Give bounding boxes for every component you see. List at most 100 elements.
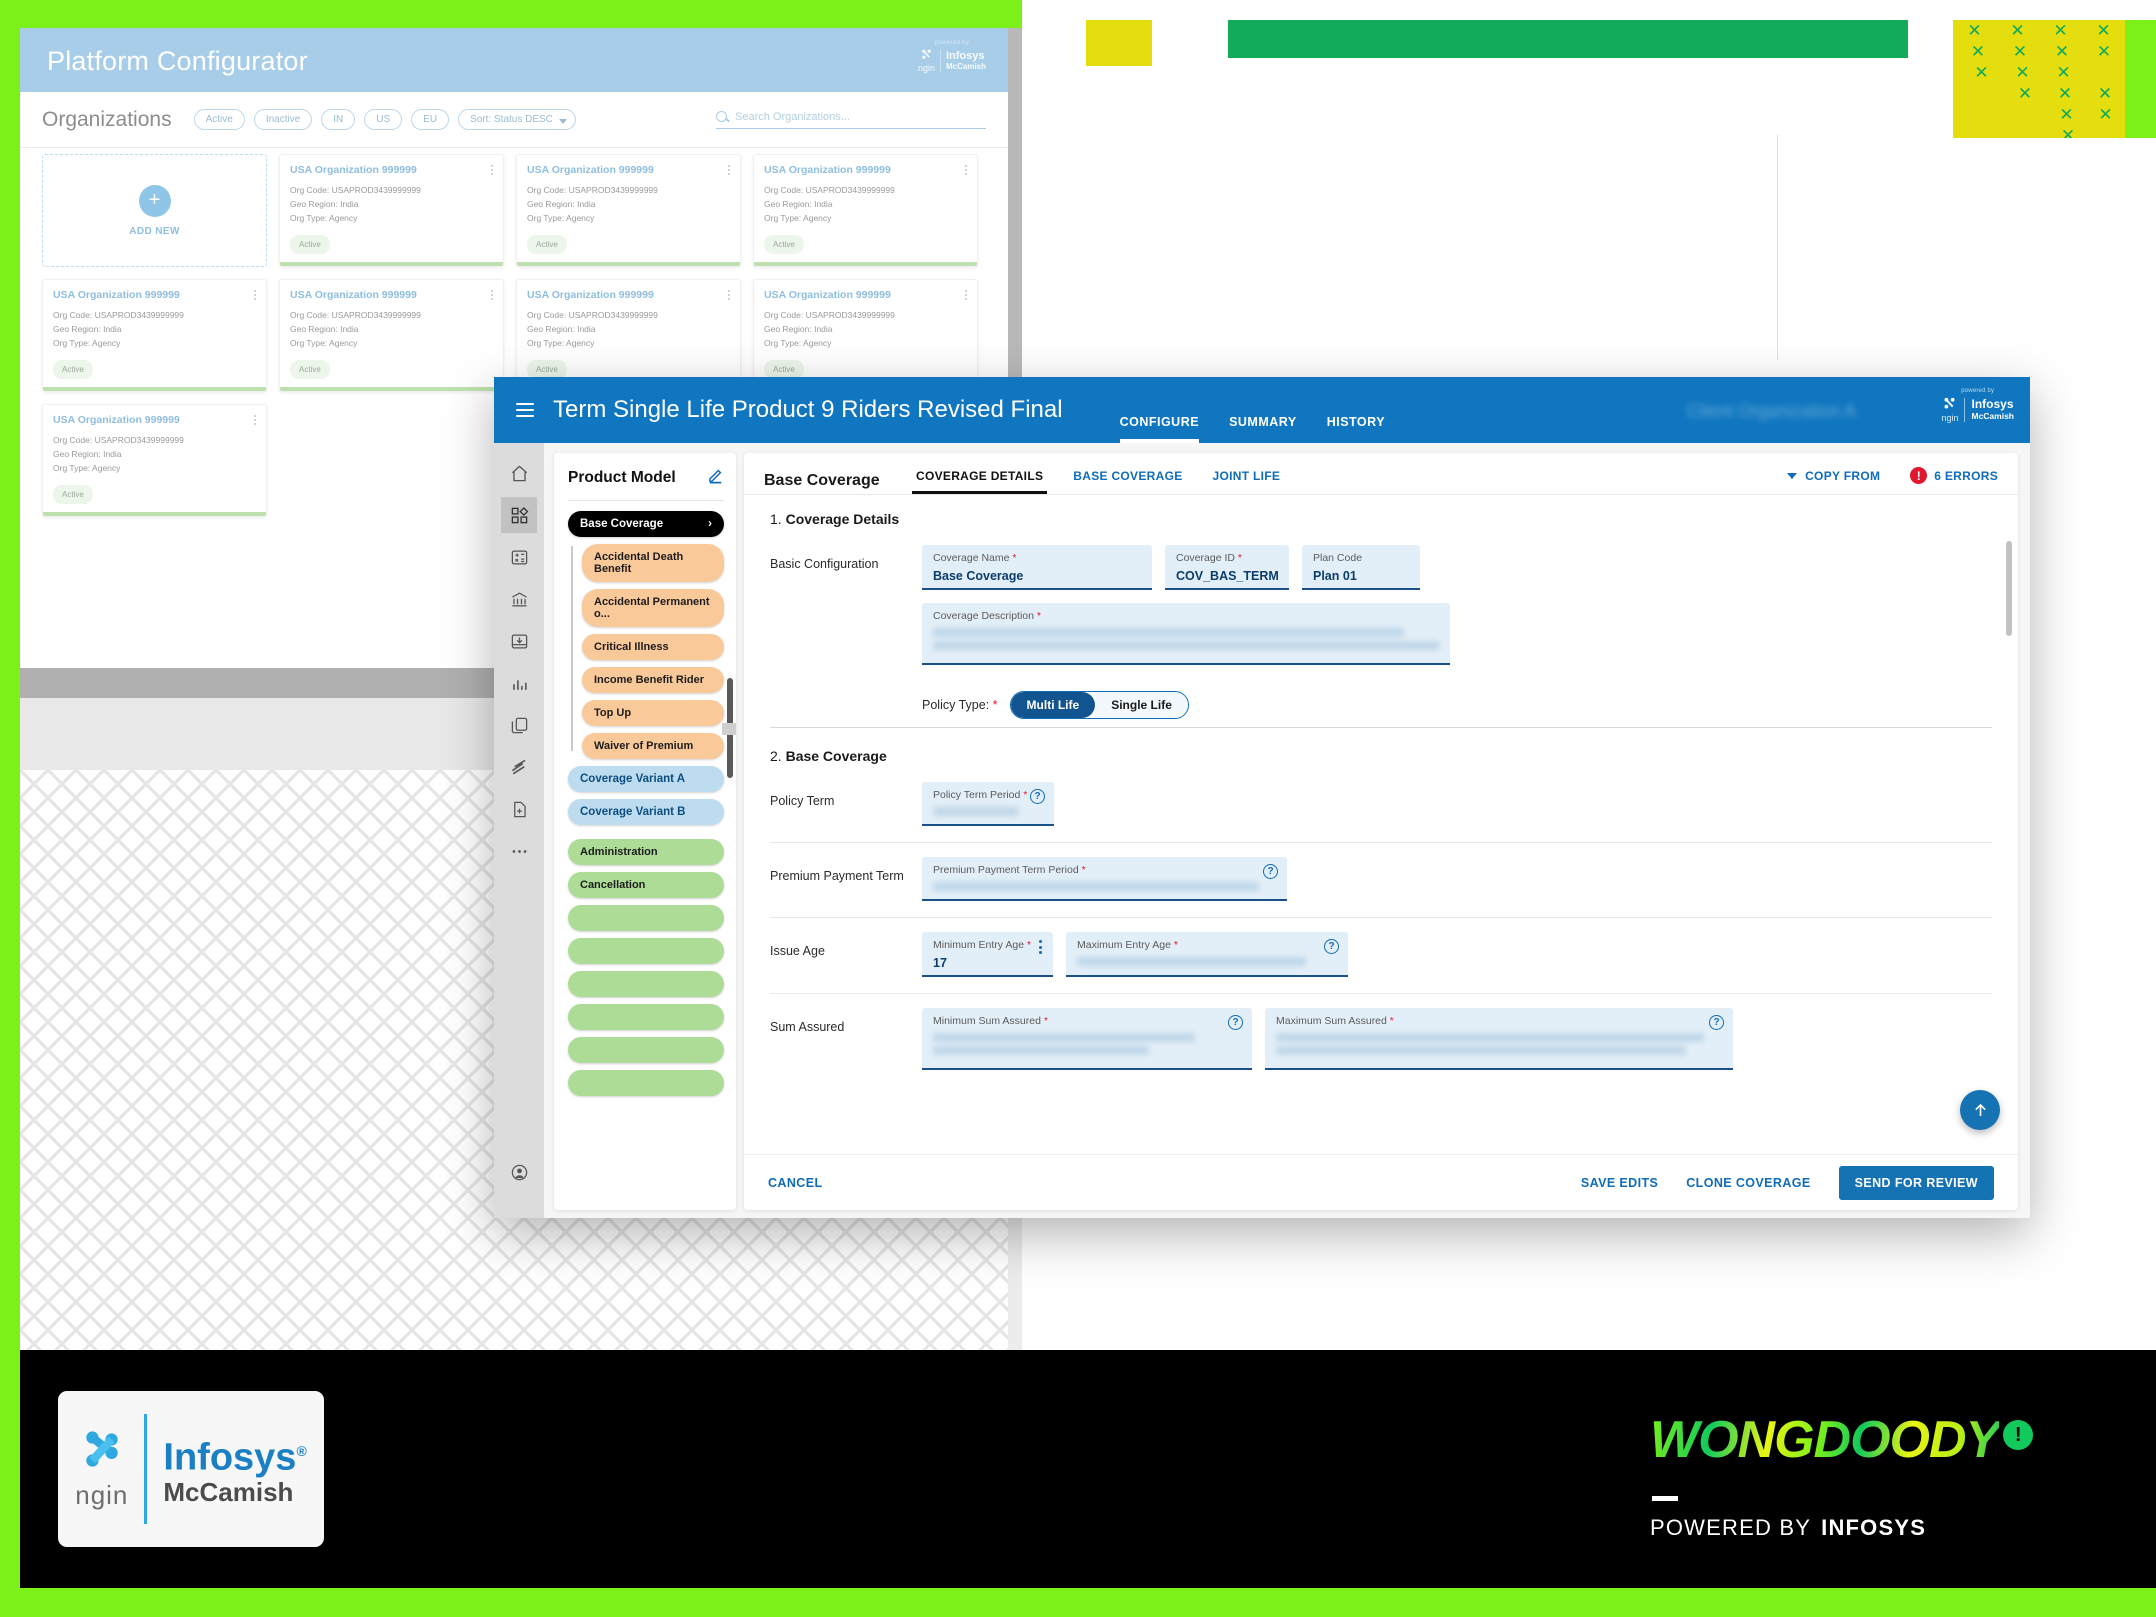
cancel-button[interactable]: CANCEL xyxy=(768,1176,822,1190)
section-1-label: Coverage Details xyxy=(785,511,900,527)
tree-group-node[interactable]: Cancellation xyxy=(568,872,724,898)
save-edits-button[interactable]: SAVE EDITS xyxy=(1581,1176,1658,1190)
section-2-title: 2. Base Coverage xyxy=(770,748,1992,764)
tree-child-node[interactable]: Accidental Death Benefit xyxy=(582,544,724,582)
copy-from-label: COPY FROM xyxy=(1805,468,1881,483)
coverage-id-field[interactable]: Coverage ID * COV_BAS_TERM xyxy=(1165,545,1289,590)
menu-icon[interactable] xyxy=(516,399,534,421)
scroll-to-top-button[interactable] xyxy=(1960,1090,2000,1130)
card-menu-icon[interactable] xyxy=(491,290,494,302)
sort-dropdown[interactable]: Sort: Status DESC xyxy=(458,109,576,130)
bank-icon[interactable] xyxy=(501,581,537,617)
send-for-review-button[interactable]: SEND FOR REVIEW xyxy=(1838,1165,1994,1200)
field-menu-icon[interactable] xyxy=(1039,940,1042,957)
coverage-name-field[interactable]: Coverage Name * Base Coverage xyxy=(922,545,1152,590)
bar-chart-icon[interactable] xyxy=(501,665,537,701)
tab-base-coverage[interactable]: BASE COVERAGE xyxy=(1073,469,1182,493)
tree-group-node[interactable] xyxy=(568,938,724,964)
help-icon[interactable]: ? xyxy=(1228,1015,1243,1030)
tree-group-node[interactable] xyxy=(568,905,724,931)
modal-powered-by-label: powered by xyxy=(1961,388,1995,394)
policy-type-toggle[interactable]: Multi Life Single Life xyxy=(1009,691,1189,719)
tree-group-node[interactable]: Administration xyxy=(568,839,724,865)
tree-child-node[interactable]: Accidental Permanent o... xyxy=(582,589,724,627)
errors-badge[interactable]: ! 6 ERRORS xyxy=(1910,467,1998,484)
search-organizations-input[interactable]: Search Organizations... xyxy=(716,111,986,129)
logo-divider xyxy=(144,1414,148,1524)
policy-term-label: Policy Term xyxy=(770,794,835,808)
help-icon[interactable]: ? xyxy=(1324,939,1339,954)
clone-coverage-button[interactable]: CLONE COVERAGE xyxy=(1686,1176,1810,1190)
account-icon[interactable] xyxy=(501,1154,537,1190)
tree-variant-node[interactable]: Coverage Variant A xyxy=(568,766,724,792)
inbox-download-icon[interactable] xyxy=(501,623,537,659)
more-icon[interactable] xyxy=(501,833,537,869)
tab-history[interactable]: HISTORY xyxy=(1327,415,1385,443)
new-document-icon[interactable] xyxy=(501,791,537,827)
organization-card[interactable]: USA Organization 999999 Org Code: USAPROD… xyxy=(279,279,504,392)
copy-from-button[interactable]: COPY FROM xyxy=(1787,469,1880,483)
organization-card[interactable]: USA Organization 999999 Org Code: USAPROD… xyxy=(753,154,978,267)
tab-summary[interactable]: SUMMARY xyxy=(1229,415,1297,443)
tree-group-node[interactable] xyxy=(568,1037,724,1063)
tree-child-label: Accidental Permanent o... xyxy=(594,596,710,620)
filter-eu[interactable]: EU xyxy=(411,109,450,130)
card-menu-icon[interactable] xyxy=(965,290,968,302)
card-menu-icon[interactable] xyxy=(728,290,731,302)
plan-code-field[interactable]: Plan Code Plan 01 xyxy=(1302,545,1420,590)
premium-payment-term-period-field[interactable]: Premium Payment Term Period * ? xyxy=(922,857,1287,901)
pencil-icon[interactable] xyxy=(707,467,724,489)
organization-card[interactable]: USA Organization 999999 Org Code: USAPROD… xyxy=(753,279,978,392)
card-menu-icon[interactable] xyxy=(965,165,968,177)
organization-meta: Org Code: USAPROD3439999999 Geo Region: I… xyxy=(764,310,895,348)
content-scrollbar[interactable] xyxy=(2006,541,2012,636)
tree-group-node[interactable] xyxy=(568,1004,724,1030)
tree-child-node[interactable]: Critical Illness xyxy=(582,634,724,660)
card-menu-icon[interactable] xyxy=(491,165,494,177)
card-menu-icon[interactable] xyxy=(728,165,731,177)
tree-child-node[interactable]: Top Up xyxy=(582,700,724,726)
card-menu-icon[interactable] xyxy=(254,415,257,427)
maximum-entry-age-field[interactable]: Maximum Entry Age * ? xyxy=(1066,932,1348,977)
tab-joint-life[interactable]: JOINT LIFE xyxy=(1213,469,1281,493)
card-menu-icon[interactable] xyxy=(254,290,257,302)
tree-child-node[interactable]: Waiver of Premium xyxy=(582,733,724,759)
tab-coverage-details[interactable]: COVERAGE DETAILS xyxy=(911,469,1048,494)
filter-in[interactable]: IN xyxy=(321,109,356,130)
help-icon[interactable]: ? xyxy=(1263,864,1278,879)
home-icon[interactable] xyxy=(501,455,537,491)
help-icon[interactable]: ? xyxy=(1709,1015,1724,1030)
tree-group-node[interactable] xyxy=(568,1070,724,1096)
tab-configure[interactable]: CONFIGURE xyxy=(1119,415,1200,443)
filter-active[interactable]: Active xyxy=(193,109,245,130)
organization-card[interactable]: USA Organization 999999 Org Code: USAPROD… xyxy=(516,154,741,267)
infosys-logo-text: Infosys® xyxy=(163,1431,306,1477)
add-new-organization-card[interactable]: + ADD NEW xyxy=(42,154,267,267)
organization-card[interactable]: USA Organization 999999 Org Code: USAPROD… xyxy=(279,154,504,267)
calculator-icon[interactable] xyxy=(501,539,537,575)
product-model-scroll-thumb[interactable] xyxy=(722,723,736,735)
dashboard-icon[interactable] xyxy=(501,497,537,533)
policy-type-single-life[interactable]: Single Life xyxy=(1095,692,1188,718)
policy-type-multi-life[interactable]: Multi Life xyxy=(1010,692,1096,718)
organization-card[interactable]: USA Organization 999999 Org Code: USAPROD… xyxy=(42,404,267,517)
copy-icon[interactable] xyxy=(501,707,537,743)
tree-node-base-coverage[interactable]: Base Coverage › xyxy=(568,511,724,537)
policy-term-period-field[interactable]: Policy Term Period * ? xyxy=(922,782,1054,826)
organization-card[interactable]: USA Organization 999999 Org Code: USAPROD… xyxy=(516,279,741,392)
policy-type-label-text: Policy Type: xyxy=(922,698,990,712)
coverage-description-field[interactable]: Coverage Description * xyxy=(922,603,1450,665)
maximum-sum-assured-field[interactable]: Maximum Sum Assured * ? xyxy=(1265,1008,1733,1070)
filter-inactive[interactable]: Inactive xyxy=(253,109,313,130)
layers-icon[interactable] xyxy=(501,749,537,785)
footer-dash xyxy=(1652,1496,1678,1501)
tree-child-node[interactable]: Income Benefit Rider xyxy=(582,667,724,693)
help-icon[interactable]: ? xyxy=(1030,789,1045,804)
organization-card[interactable]: USA Organization 999999 Org Code: USAPROD… xyxy=(42,279,267,392)
filter-us[interactable]: US xyxy=(364,109,403,130)
tree-group-node[interactable] xyxy=(568,971,724,997)
minimum-entry-age-field[interactable]: Minimum Entry Age * 17 xyxy=(922,932,1053,977)
minimum-sum-assured-field[interactable]: Minimum Sum Assured * ? xyxy=(922,1008,1252,1070)
organization-meta: Org Code: USAPROD3439999999 Geo Region: I… xyxy=(764,185,895,223)
tree-variant-node[interactable]: Coverage Variant B xyxy=(568,799,724,825)
